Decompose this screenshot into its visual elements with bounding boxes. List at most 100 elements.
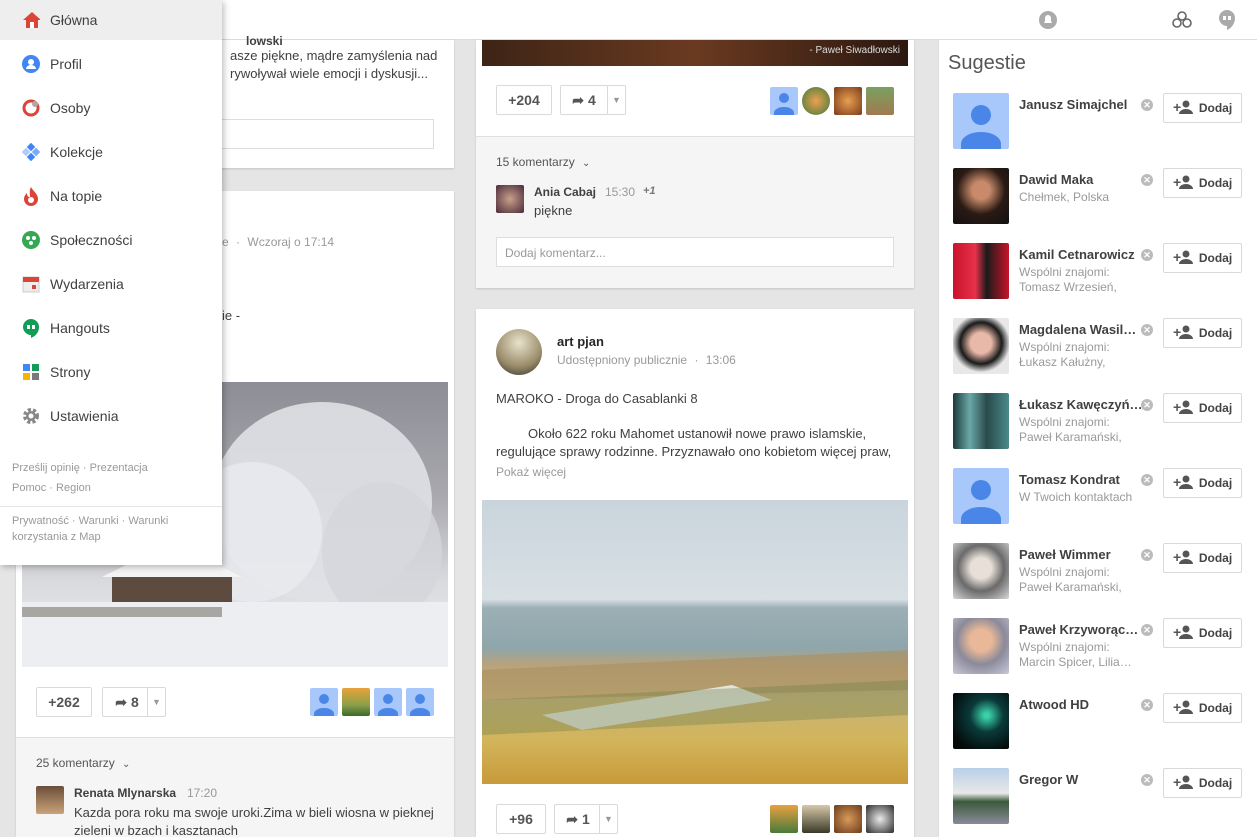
menu-item-home[interactable]: Główna (0, 0, 222, 40)
plus-one-avatar[interactable] (374, 688, 402, 716)
plus-one-avatar[interactable] (866, 805, 894, 833)
menu-item-pages[interactable]: Strony (0, 352, 222, 392)
dismiss-icon[interactable]: ✕ (1141, 774, 1153, 786)
help-link[interactable]: Pomoc (12, 482, 46, 494)
suggestion-name[interactable]: Janusz Simajchel (1019, 97, 1143, 112)
dismiss-icon[interactable]: ✕ (1141, 249, 1153, 261)
share-dropdown-button[interactable]: ▼ (599, 804, 618, 834)
region-link[interactable]: Region (56, 482, 91, 494)
menu-item-people[interactable]: Osoby (0, 88, 222, 128)
menu-item-trending[interactable]: Na topie (0, 176, 222, 216)
plus-one-avatar[interactable] (834, 87, 862, 115)
suggestion-name[interactable]: Tomasz Kondrat (1019, 472, 1143, 487)
avatar[interactable] (496, 329, 542, 375)
comment-author[interactable]: Ania Cabaj (534, 185, 596, 199)
dismiss-icon[interactable]: ✕ (1141, 174, 1153, 186)
plus-one-avatar[interactable] (406, 688, 434, 716)
comment-input[interactable] (216, 119, 434, 149)
feedback-link[interactable]: Prześlij opinię (12, 462, 80, 474)
add-person-button[interactable]: + Dodaj (1163, 543, 1242, 573)
comment-input[interactable]: Dodaj komentarz... (496, 237, 894, 267)
dismiss-icon[interactable]: ✕ (1141, 324, 1153, 336)
share-button[interactable]: ➦ 1 (554, 804, 602, 834)
dismiss-icon[interactable]: ✕ (1141, 624, 1153, 636)
menu-item-settings[interactable]: Ustawienia (0, 396, 222, 436)
dismiss-icon[interactable]: ✕ (1141, 99, 1153, 111)
dismiss-icon[interactable]: ✕ (1141, 699, 1153, 711)
share-button[interactable]: ➦ 4 (560, 85, 608, 115)
plus-one-avatar[interactable] (866, 87, 894, 115)
plus-one-avatar[interactable] (770, 87, 798, 115)
avatar[interactable] (953, 318, 1009, 374)
plus-one-button[interactable]: +204 (496, 85, 552, 115)
share-dropdown-button[interactable]: ▼ (607, 85, 626, 115)
dismiss-icon[interactable]: ✕ (1141, 399, 1153, 411)
show-more-link[interactable]: Pokaż więcej (496, 465, 566, 479)
add-person-button[interactable]: + Dodaj (1163, 393, 1242, 423)
avatar[interactable] (953, 543, 1009, 599)
add-person-button[interactable]: + Dodaj (1163, 468, 1242, 498)
avatar[interactable] (953, 693, 1009, 749)
menu-item-hangouts[interactable]: Hangouts (0, 308, 222, 348)
hangouts-icon[interactable] (1215, 8, 1239, 32)
add-person-button[interactable]: + Dodaj (1163, 318, 1242, 348)
tour-link[interactable]: Prezentacja (90, 462, 148, 474)
post-photo[interactable] (482, 500, 908, 784)
add-person-button[interactable]: + Dodaj (1163, 243, 1242, 273)
avatar[interactable] (953, 393, 1009, 449)
avatar[interactable] (496, 185, 524, 213)
plus-one-button[interactable]: +96 (496, 804, 546, 834)
post-author[interactable]: art pjan (557, 334, 604, 349)
add-person-button[interactable]: + Dodaj (1163, 618, 1242, 648)
plus-one-button[interactable]: +262 (36, 687, 92, 717)
dismiss-icon[interactable]: ✕ (1141, 474, 1153, 486)
suggestion-name[interactable]: Gregor W (1019, 772, 1143, 787)
post-visibility[interactable]: Udostępniony publicznie (557, 353, 687, 367)
suggestion-name[interactable]: Kamil Cetnarowicz (1019, 247, 1143, 262)
dismiss-icon[interactable]: ✕ (1141, 549, 1153, 561)
share-box-icon[interactable] (1170, 8, 1194, 32)
plus-one-avatar[interactable] (342, 688, 370, 716)
add-label: Dodaj (1198, 101, 1233, 115)
plus-one-avatar[interactable] (834, 805, 862, 833)
add-person-button[interactable]: + Dodaj (1163, 93, 1242, 123)
avatar[interactable] (953, 618, 1009, 674)
comments-toggle[interactable]: 15 komentarzy ⌄ (496, 155, 590, 169)
suggestion-name[interactable]: Magdalena Wasil… (1019, 322, 1143, 337)
post-photo[interactable]: - Paweł Siwadłowski (482, 40, 908, 66)
avatar[interactable] (953, 243, 1009, 299)
add-person-button[interactable]: + Dodaj (1163, 768, 1242, 798)
plus-one-avatar[interactable] (802, 805, 830, 833)
avatar[interactable] (953, 93, 1009, 149)
plus-one-avatar[interactable] (802, 87, 830, 115)
avatar[interactable] (953, 168, 1009, 224)
post-meta: Udostępniony publicznie · 13:06 (557, 353, 736, 367)
share-dropdown-button[interactable]: ▼ (147, 687, 166, 717)
comment-plus-one[interactable]: +1 (643, 185, 656, 197)
post-time[interactable]: Wczoraj o 17:14 (247, 235, 334, 249)
avatar[interactable] (36, 786, 64, 814)
post-time[interactable]: 13:06 (706, 353, 736, 367)
suggestion-name[interactable]: Dawid Maka (1019, 172, 1143, 187)
suggestion-name[interactable]: Paweł Krzyworąc… (1019, 622, 1143, 637)
plus-one-avatar[interactable] (770, 805, 798, 833)
terms-link[interactable]: Warunki (79, 515, 119, 527)
suggestion-name[interactable]: Paweł Wimmer (1019, 547, 1143, 562)
comments-toggle[interactable]: 25 komentarzy ⌄ (36, 756, 130, 770)
share-count: 4 (587, 92, 596, 108)
suggestion-name[interactable]: Łukasz Kawęczyń… (1019, 397, 1143, 412)
avatar[interactable] (953, 468, 1009, 524)
menu-item-communities[interactable]: Społeczności (0, 220, 222, 260)
suggestion-name[interactable]: Atwood HD (1019, 697, 1143, 712)
plus-one-avatar[interactable] (310, 688, 338, 716)
menu-item-events[interactable]: Wydarzenia (0, 264, 222, 304)
menu-item-collections[interactable]: Kolekcje (0, 132, 222, 172)
avatar[interactable] (953, 768, 1009, 824)
add-person-button[interactable]: + Dodaj (1163, 693, 1242, 723)
notifications-icon[interactable] (1036, 8, 1060, 32)
comment-author[interactable]: Renata Mlynarska (74, 786, 176, 800)
add-person-button[interactable]: + Dodaj (1163, 168, 1242, 198)
privacy-link[interactable]: Prywatność (12, 515, 69, 527)
share-button[interactable]: ➦ 8 (102, 687, 152, 717)
menu-item-profile[interactable]: Profil (0, 44, 222, 84)
